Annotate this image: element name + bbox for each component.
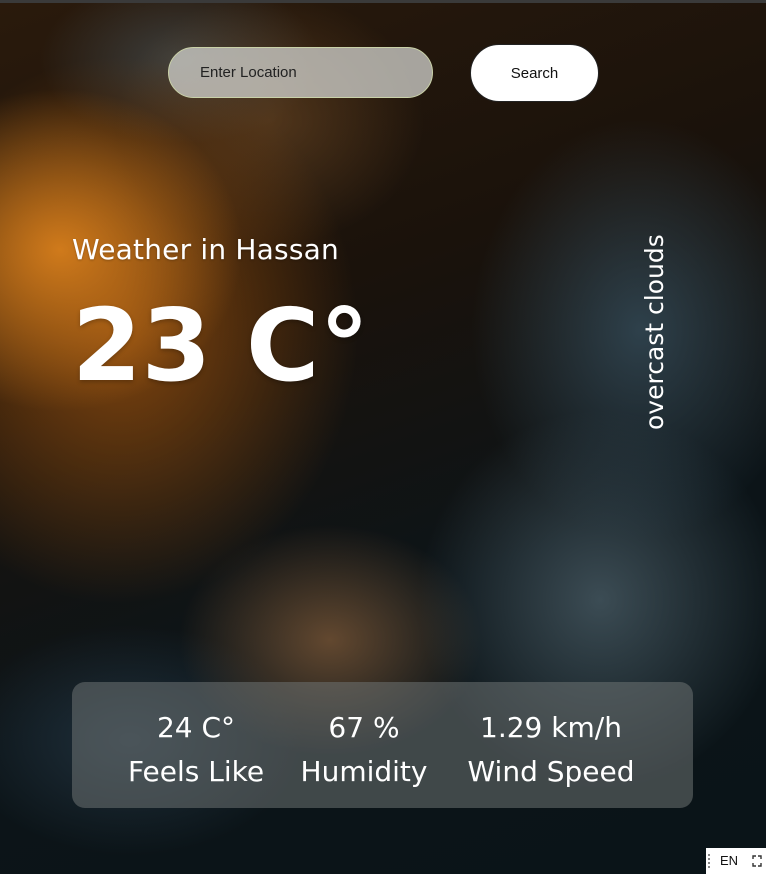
weather-stats-panel: 24 C° Feels Like 67 % Humidity 1.29 km/h…: [72, 682, 693, 808]
wind-speed-label: Wind Speed: [467, 755, 635, 788]
expand-icon[interactable]: [752, 855, 762, 867]
language-label: EN: [720, 853, 739, 868]
feels-like-value: 24 C°: [156, 711, 236, 744]
search-button[interactable]: Search: [470, 44, 599, 102]
wind-speed-value: 1.29 km/h: [480, 711, 622, 744]
weather-app: Search Weather in Hassan 23 C° overcast …: [0, 0, 766, 874]
humidity-stat: 67 % Humidity: [299, 706, 429, 794]
humidity-label: Humidity: [300, 755, 428, 788]
language-indicator[interactable]: EN: [706, 848, 766, 874]
window-top-border: [0, 0, 766, 3]
city-title: Weather in Hassan: [72, 233, 339, 266]
location-search-input[interactable]: [168, 47, 433, 98]
drag-handle-icon[interactable]: [708, 854, 710, 868]
feels-like-label: Feels Like: [127, 755, 265, 788]
current-temperature: 23 C°: [72, 287, 370, 404]
feels-like-stat: 24 C° Feels Like: [124, 706, 268, 794]
humidity-value: 67 %: [328, 711, 400, 744]
weather-description: overcast clouds: [640, 234, 669, 430]
wind-speed-stat: 1.29 km/h Wind Speed: [464, 706, 638, 794]
